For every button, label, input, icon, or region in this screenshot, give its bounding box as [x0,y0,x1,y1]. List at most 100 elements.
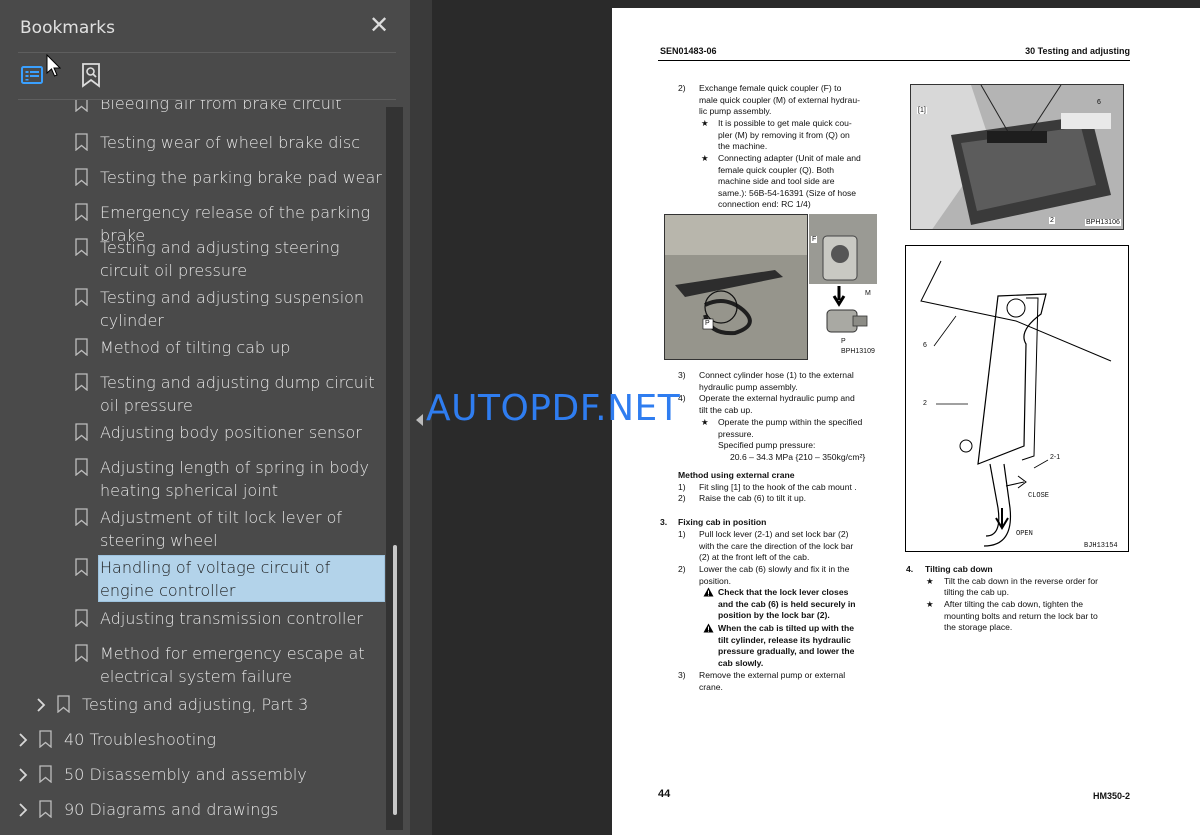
bookmark-icon [39,730,52,749]
bookmark-icon [75,203,88,222]
bookmark-item[interactable]: 90 Diagrams and drawings [0,798,386,821]
watermark-text: AUTOPDF.NET [426,388,681,429]
bookmark-item[interactable]: 40 Troubleshooting [0,728,386,751]
step2-line2: male quick coupler (M) of external hydra… [699,94,860,105]
bookmark-icon [75,288,88,307]
bookmark-label: 90 Diagrams and drawings [64,800,279,819]
pdf-viewer: Bookmarks ✕ Bleeding air from brake circ… [0,0,1200,835]
fixing-heading: Fixing cab in position [678,517,767,527]
bookmark-item[interactable]: Method for emergency escape at electrica… [0,642,386,688]
star-icon: ★ [701,417,709,427]
figure-code: BPH13109 [841,348,875,355]
warning-icon [703,623,714,637]
chevron-right-icon[interactable] [18,768,28,782]
collapse-panel-icon[interactable] [416,413,424,426]
bookmark-item[interactable]: Adjusting body positioner sensor [0,421,386,444]
step-number: 2) [678,564,686,574]
bookmark-item[interactable]: Emergency release of the parking brake [0,201,386,245]
warn2-line4: cab slowly. [718,657,764,668]
crane-heading: Method using external crane [678,470,795,480]
bookmark-label: Bleeding air from brake circuit [100,100,342,113]
fix2-line2: position. [699,575,732,586]
fix3-line2: crane. [699,681,723,692]
figure-code: BJH13154 [1084,542,1118,550]
bookmark-label: 40 Troubleshooting [64,730,216,749]
chevron-right-icon[interactable] [18,803,28,817]
bookmark-label: Testing and adjusting dump circuit oil p… [100,373,375,415]
spec-label: Specified pump pressure: [718,440,816,451]
doc-code: SEN01483-06 [660,46,717,56]
spec-value: 20.6 – 34.3 MPa {210 – 350kg/cm²} [730,451,866,462]
bookmark-label: Testing wear of wheel brake disc [100,133,361,152]
star2-line5: connection end: RC 1/4) [718,199,811,210]
bookmark-item[interactable]: Testing and adjusting dump circuit oil p… [0,371,386,417]
bookmark-item[interactable]: Bleeding air from brake circuit [0,100,386,115]
step-number: 1) [678,481,686,492]
bookmark-item[interactable]: Method of tilting cab up [0,336,386,359]
bookmark-list-icon[interactable] [18,60,48,90]
fig-label-p: P [841,338,846,345]
bookmark-item[interactable]: Testing the parking brake pad wear [0,166,386,189]
bookmark-label: Testing the parking brake pad wear [100,168,382,187]
star2-line4: same.): 56B-54-16391 (Size of hose [718,187,857,198]
pump-photo: P [664,214,808,360]
bookmark-search-icon[interactable] [78,60,106,90]
scrollbar-thumb[interactable] [393,545,397,815]
bookmark-label: Adjusting body positioner sensor [100,423,362,442]
bookmark-label: Testing and adjusting, Part 3 [82,695,309,714]
bookmark-item[interactable]: Testing and adjusting suspension cylinde… [0,286,386,332]
bookmark-label: Testing and adjusting suspension cylinde… [100,288,365,330]
step-number: 2) [678,83,686,93]
bookmark-label: Method of tilting cab up [100,338,291,357]
warn2-line1: When the cab is tilted up with the [718,623,855,633]
tilt-star2-line1: After tilting the cab down, tighten the [944,599,1084,609]
warning-icon [703,587,714,601]
chevron-right-icon[interactable] [18,733,28,747]
lock-bar-diagram: 6 2 2-1 CLOSE OPEN BJH13154 [905,245,1129,552]
step-number: 1) [678,529,686,539]
bookmark-item[interactable]: 50 Disassembly and assembly [0,763,386,786]
bookmark-icon [39,800,52,819]
model-code: HM350-2 [1092,791,1130,801]
page-number: 44 [658,788,671,800]
fig-label-lever: 2-1 [1050,454,1061,461]
section-number: 4. [906,564,914,574]
bookmark-item[interactable]: Testing wear of wheel brake disc [0,131,386,154]
bookmark-item[interactable]: Testing and adjusting, Part 3 [0,693,386,716]
tilting-heading: Tilting cab down [925,564,993,574]
bookmark-tree: Bleeding air from brake circuit Testing w… [0,100,386,835]
bookmark-item[interactable]: Testing and adjusting steering circuit o… [0,236,386,282]
bookmark-label: Method for emergency escape at electrica… [100,644,365,686]
coupler-photo: F M P BPH13109 [809,214,877,360]
bookmark-label: Handling of voltage circuit of engine co… [100,558,331,600]
fix2-line1: Lower the cab (6) slowly and fix it in t… [699,564,850,574]
section-title: 30 Testing and adjusting [1025,46,1130,56]
bookmark-item[interactable]: Adjustment of tilt lock lever of steerin… [0,506,386,552]
fig-label-close: CLOSE [1028,492,1050,500]
figure-code: BPH13106 [1085,219,1121,226]
star1-line2: pler (M) by removing it from (Q) on [718,129,850,140]
bookmark-item[interactable]: Handling of voltage circuit of engine co… [0,555,386,602]
pdf-page: SEN01483-06 30 Testing and adjusting 2) … [612,8,1200,835]
chevron-right-icon[interactable] [36,698,46,712]
fig-label-p: P [705,320,710,327]
step2-line3: lic pump assembly. [699,106,772,117]
header-rule [658,60,1130,61]
close-icon[interactable]: ✕ [368,13,390,37]
bookmark-item[interactable]: Adjusting length of spring in body heati… [0,456,386,502]
step-number: 3) [678,670,686,680]
fix1-line1: Pull lock lever (2-1) and set lock bar (… [699,529,849,539]
divider [18,52,396,53]
bookmark-icon [75,558,88,577]
step-number: 2) [678,493,686,504]
star2-line3: machine side and tool side are [718,176,835,187]
bookmark-item[interactable]: Adjusting transmission controller [0,607,386,630]
bookmark-icon [75,458,88,477]
fix1-line3: (2) at the front left of the cab. [699,552,810,563]
step4-line1: Operate the external hydraulic pump and [699,393,855,404]
star-icon: ★ [701,118,709,128]
bookmarks-panel: Bookmarks ✕ Bleeding air from brake circ… [0,0,410,835]
fig-label-bar: 2 [1049,217,1055,224]
step3-line1: Connect cylinder hose (1) to the externa… [699,370,854,380]
crane-step2: Raise the cab (6) to tilt it up. [699,493,806,504]
